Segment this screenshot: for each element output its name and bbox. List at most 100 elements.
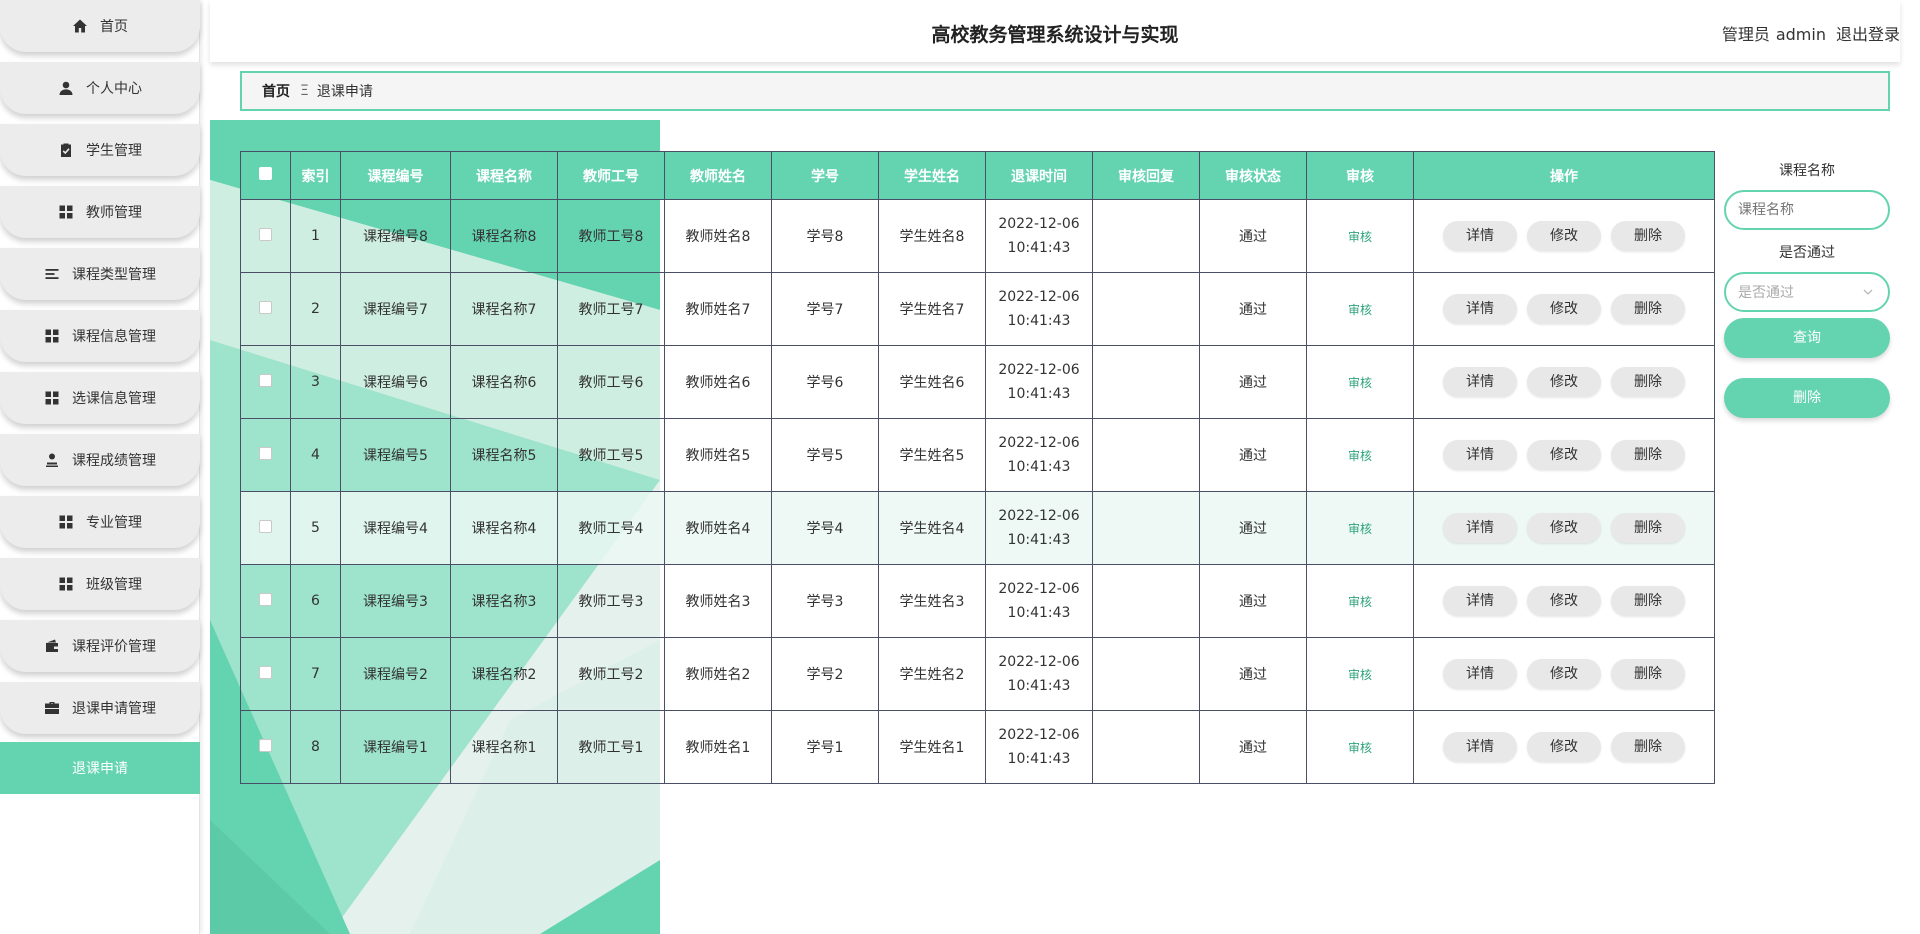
row-checkbox[interactable]: [259, 300, 272, 314]
audit-link[interactable]: 审核: [1348, 595, 1372, 609]
header: 高校教务管理系统设计与实现 管理员 admin 退出登录: [210, 0, 1900, 62]
detail-button[interactable]: 详情: [1443, 732, 1517, 762]
detail-button[interactable]: 详情: [1443, 513, 1517, 543]
breadcrumb-home[interactable]: 首页: [262, 81, 290, 101]
sidebar-item-1[interactable]: 首页: [0, 0, 200, 52]
select-all-checkbox[interactable]: [259, 167, 272, 180]
sidebar-item-8[interactable]: 课程成绩管理: [0, 434, 200, 486]
edit-button[interactable]: 修改: [1527, 440, 1601, 470]
query-button[interactable]: 查询: [1724, 318, 1890, 358]
delete-button[interactable]: 删除: [1611, 440, 1685, 470]
cell-teacher-no: 教师工号4: [557, 491, 665, 565]
withdraw-date: 2022-12-06: [998, 289, 1080, 305]
home-icon: [72, 18, 88, 34]
sidebar-item-7[interactable]: 选课信息管理: [0, 372, 200, 424]
delete-button[interactable]: 删除: [1611, 732, 1685, 762]
batch-delete-button[interactable]: 删除: [1724, 378, 1890, 418]
audit-link[interactable]: 审核: [1348, 668, 1372, 682]
cell-course-name: 课程名称1: [450, 710, 558, 784]
sidebar-item-6[interactable]: 课程信息管理: [0, 310, 200, 362]
cell-teacher-name: 教师姓名5: [664, 418, 772, 492]
sidebar-item-12[interactable]: 退课申请管理: [0, 682, 200, 734]
sidebar-subitem-active[interactable]: 退课申请: [0, 742, 200, 794]
cell-index: 7: [290, 637, 341, 711]
cell-teacher-name: 教师姓名3: [664, 564, 772, 638]
audit-link[interactable]: 审核: [1348, 522, 1372, 536]
audit-link[interactable]: 审核: [1348, 741, 1372, 755]
cell-reply: [1092, 491, 1200, 565]
cell-student-name: 学生姓名2: [878, 637, 986, 711]
audit-link[interactable]: 审核: [1348, 303, 1372, 317]
row-checkbox[interactable]: [259, 519, 272, 533]
row-checkbox[interactable]: [259, 446, 272, 460]
edit-button[interactable]: 修改: [1527, 659, 1601, 689]
cell-student-no: 学号5: [771, 418, 879, 492]
withdraw-date: 2022-12-06: [998, 654, 1080, 670]
detail-button[interactable]: 详情: [1443, 586, 1517, 616]
user-icon: [58, 80, 74, 96]
cell-teacher-name: 教师姓名6: [664, 345, 772, 419]
withdraw-date: 2022-12-06: [998, 581, 1080, 597]
cell-withdraw-time: 2022-12-06 10:41:43: [985, 710, 1093, 784]
sidebar-item-10[interactable]: 班级管理: [0, 558, 200, 610]
sidebar-item-9[interactable]: 专业管理: [0, 496, 200, 548]
row-checkbox[interactable]: [259, 373, 272, 387]
logout-link[interactable]: 退出登录: [1836, 25, 1900, 44]
cell-student-no: 学号7: [771, 272, 879, 346]
column-header: 课程名称: [450, 151, 558, 200]
column-header: 教师姓名: [664, 151, 772, 200]
pass-select[interactable]: 是否通过: [1724, 272, 1890, 312]
delete-button[interactable]: 删除: [1611, 221, 1685, 251]
cell-audit: 审核: [1306, 710, 1414, 784]
delete-button[interactable]: 删除: [1611, 586, 1685, 616]
detail-button[interactable]: 详情: [1443, 221, 1517, 251]
audit-link[interactable]: 审核: [1348, 230, 1372, 244]
cell-teacher-no: 教师工号8: [557, 199, 665, 273]
cell-actions: 详情 修改 删除: [1413, 418, 1715, 492]
sidebar-item-3[interactable]: 学生管理: [0, 124, 200, 176]
cell-index: 6: [290, 564, 341, 638]
row-checkbox[interactable]: [259, 592, 272, 606]
sidebar-item-5[interactable]: 课程类型管理: [0, 248, 200, 300]
cell-index: 8: [290, 710, 341, 784]
select-all-cell: [240, 151, 291, 200]
edit-button[interactable]: 修改: [1527, 294, 1601, 324]
cell-status: 通过: [1199, 418, 1307, 492]
course-name-input[interactable]: [1724, 190, 1890, 230]
cell-course-name: 课程名称6: [450, 345, 558, 419]
delete-button[interactable]: 删除: [1611, 367, 1685, 397]
cell-course-no: 课程编号6: [340, 345, 451, 419]
delete-button[interactable]: 删除: [1611, 294, 1685, 324]
detail-button[interactable]: 详情: [1443, 294, 1517, 324]
edit-button[interactable]: 修改: [1527, 732, 1601, 762]
edit-button[interactable]: 修改: [1527, 221, 1601, 251]
sidebar-item-11[interactable]: 课程评价管理: [0, 620, 200, 672]
sidebar-item-4[interactable]: 教师管理: [0, 186, 200, 238]
cell-actions: 详情 修改 删除: [1413, 272, 1715, 346]
sidebar-item-label: 退课申请管理: [72, 701, 156, 717]
edit-button[interactable]: 修改: [1527, 586, 1601, 616]
course-name-label: 课程名称: [1779, 163, 1835, 179]
cell-reply: [1092, 564, 1200, 638]
audit-link[interactable]: 审核: [1348, 376, 1372, 390]
row-checkbox[interactable]: [259, 738, 272, 752]
sidebar-item-2[interactable]: 个人中心: [0, 62, 200, 114]
list-icon: [44, 266, 60, 282]
delete-button[interactable]: 删除: [1611, 659, 1685, 689]
breadcrumb-separator: Ξ: [300, 83, 309, 99]
detail-button[interactable]: 详情: [1443, 440, 1517, 470]
cell-teacher-name: 教师姓名8: [664, 199, 772, 273]
audit-link[interactable]: 审核: [1348, 449, 1372, 463]
edit-button[interactable]: 修改: [1527, 367, 1601, 397]
cell-index: 3: [290, 345, 341, 419]
detail-button[interactable]: 详情: [1443, 659, 1517, 689]
cell-status: 通过: [1199, 345, 1307, 419]
row-checkbox[interactable]: [259, 227, 272, 241]
cell-withdraw-time: 2022-12-06 10:41:43: [985, 491, 1093, 565]
cell-course-no: 课程编号3: [340, 564, 451, 638]
sidebar-item-label: 课程评价管理: [72, 639, 156, 655]
detail-button[interactable]: 详情: [1443, 367, 1517, 397]
delete-button[interactable]: 删除: [1611, 513, 1685, 543]
edit-button[interactable]: 修改: [1527, 513, 1601, 543]
row-checkbox[interactable]: [259, 665, 272, 679]
